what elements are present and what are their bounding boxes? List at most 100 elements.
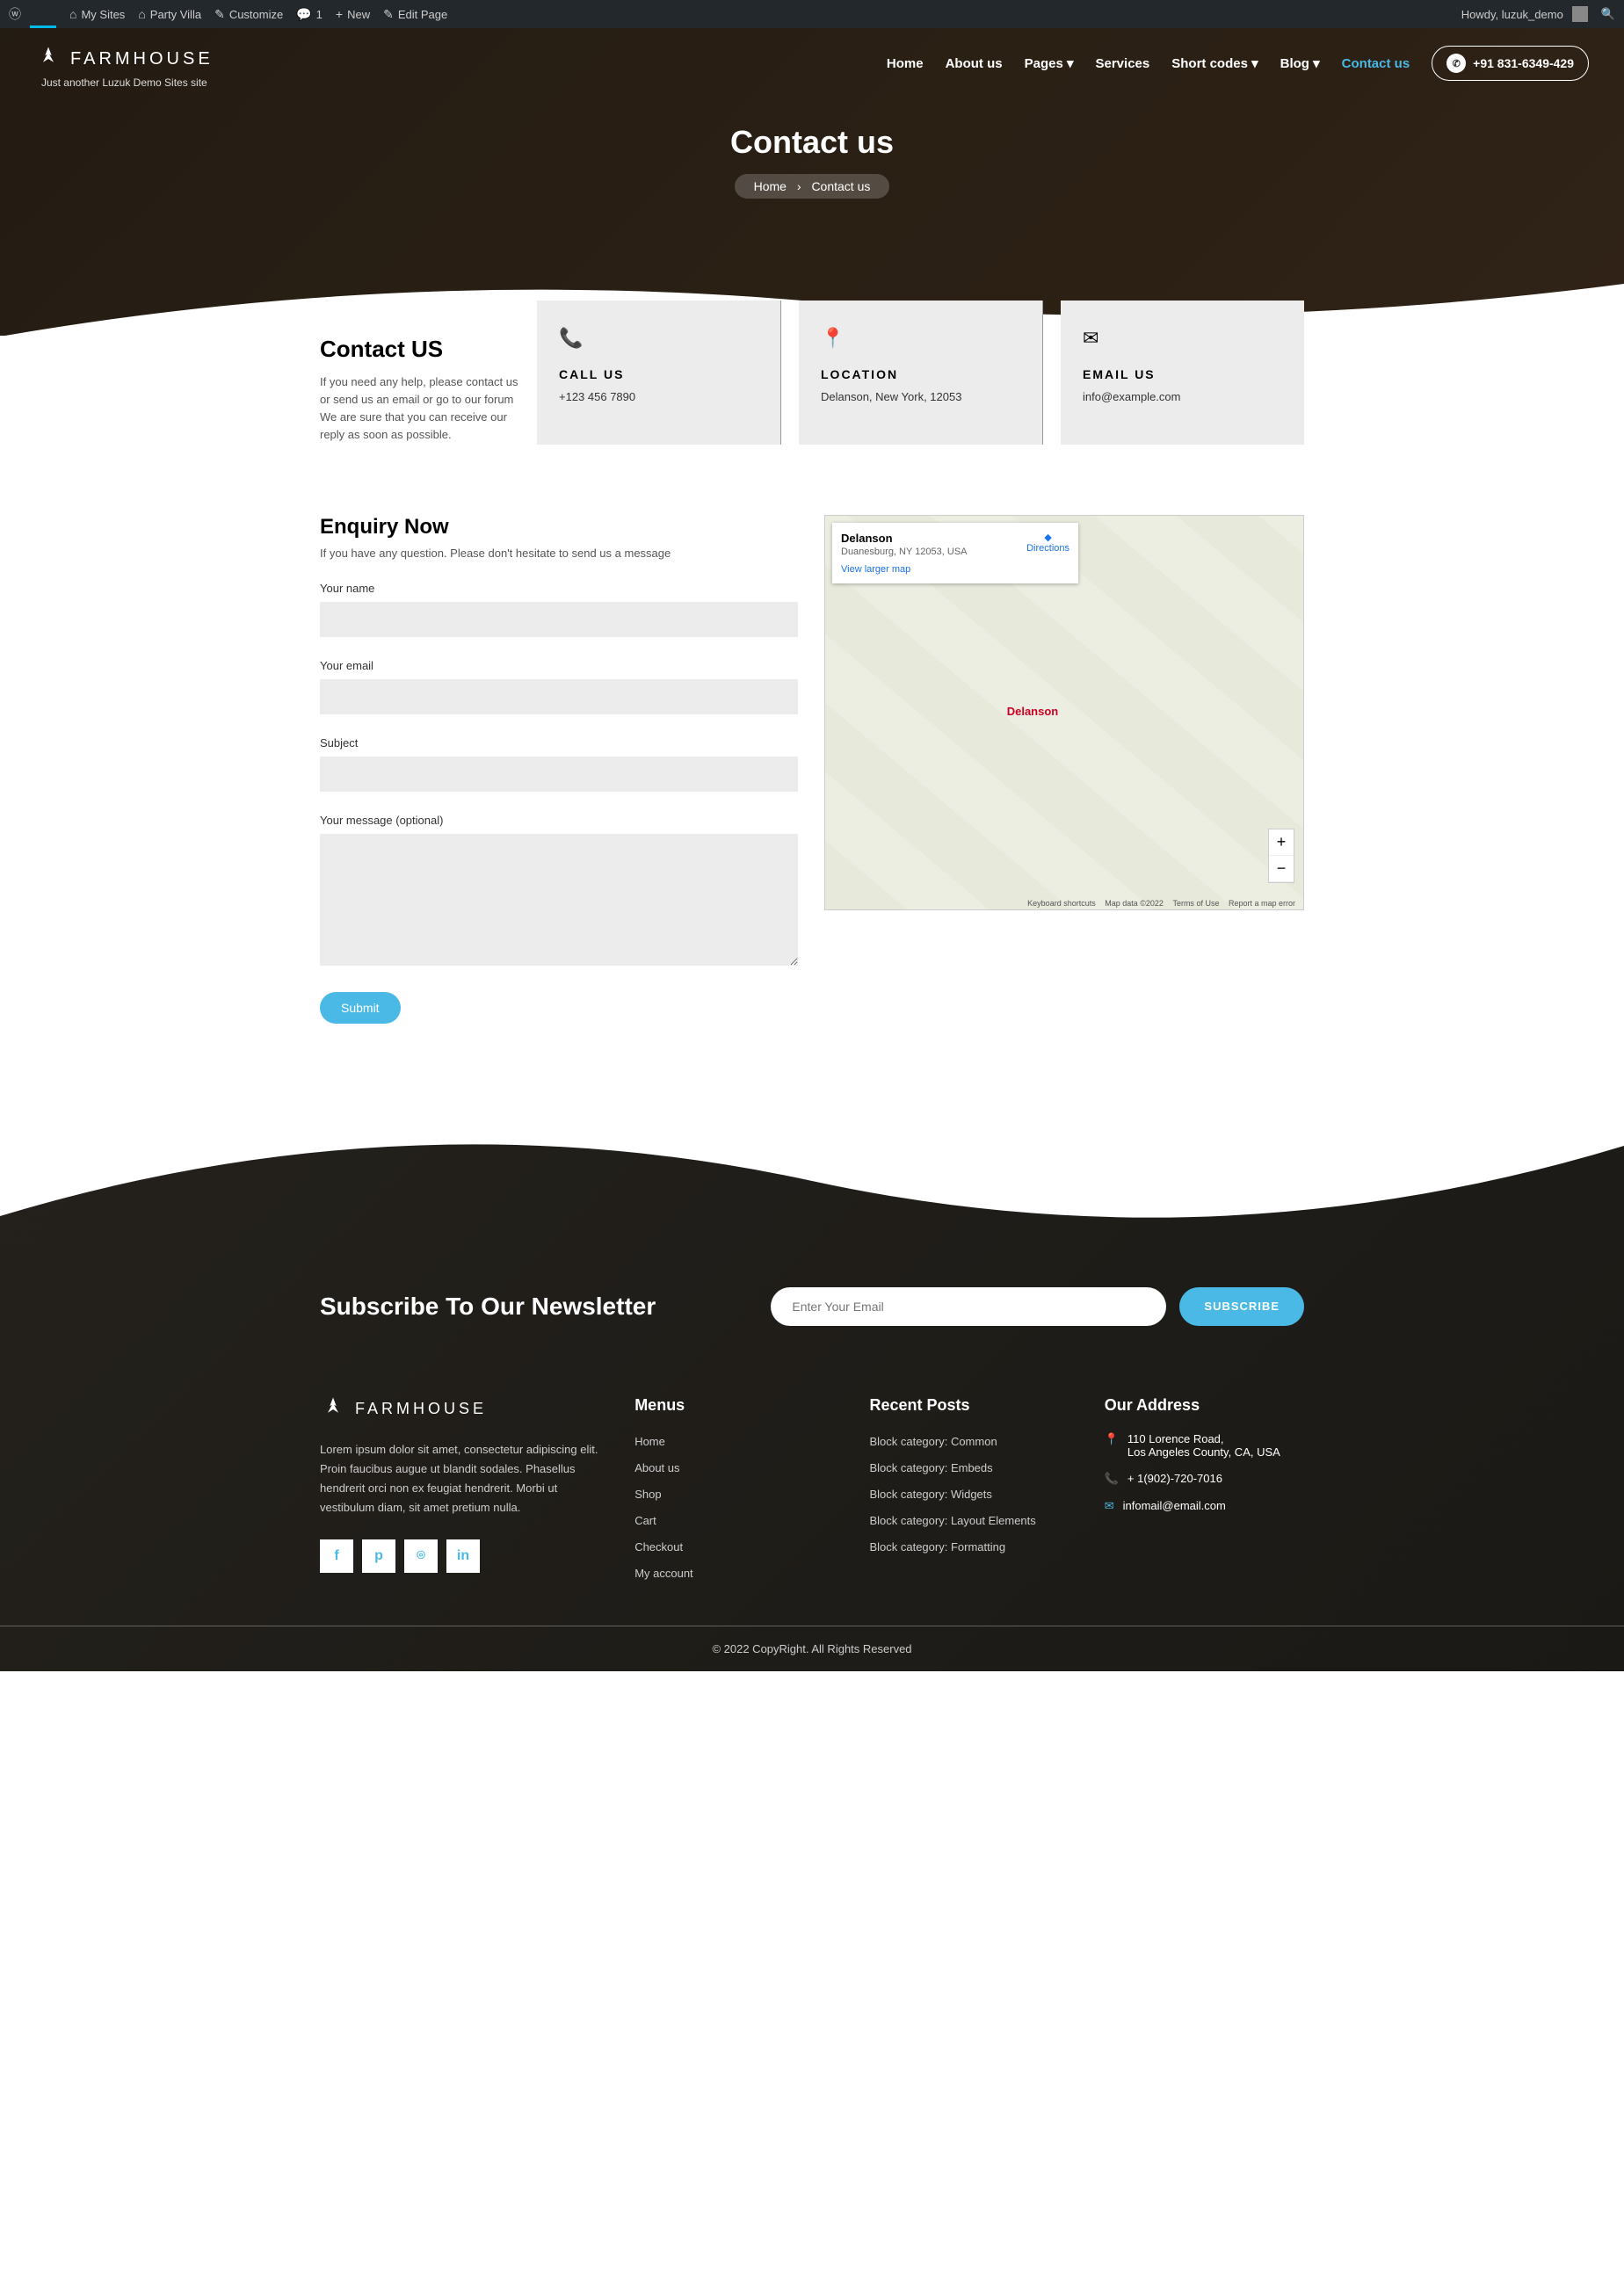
nav-pages[interactable]: Pages ▾ (1025, 55, 1074, 71)
menus-title: Menus (634, 1396, 834, 1415)
map-credits: Keyboard shortcuts Map data ©2022 Terms … (1024, 899, 1299, 908)
footer-brand: FARMHOUSE (355, 1400, 487, 1418)
tagline: Just another Luzuk Demo Sites site (35, 76, 214, 89)
email-card: ✉ EMAIL US info@example.com (1061, 301, 1304, 445)
map-place-addr: Duanesburg, NY 12053, USA (841, 547, 968, 557)
nav-blog[interactable]: Blog ▾ (1280, 55, 1320, 71)
recent-post-link[interactable]: Block category: Formatting (869, 1538, 1069, 1557)
contact-heading: Contact US (320, 336, 519, 363)
comments-link[interactable]: 💬1 (296, 7, 323, 22)
recent-post-link[interactable]: Block category: Common (869, 1432, 1069, 1452)
recent-post-link[interactable]: Block category: Layout Elements (869, 1511, 1069, 1531)
footer-address-col: Our Address 📍 110 Lorence Road, Los Ange… (1105, 1396, 1304, 1591)
page-title: Contact us (0, 124, 1624, 161)
menu-item[interactable]: Home (634, 1432, 834, 1452)
address-title: Our Address (1105, 1396, 1304, 1415)
pinterest-icon[interactable]: p (362, 1539, 395, 1573)
nav-shortcodes[interactable]: Short codes ▾ (1171, 55, 1258, 71)
customize-link[interactable]: ✎Customize (214, 7, 283, 22)
call-value: +123 456 7890 (559, 390, 758, 403)
menu-item[interactable]: Checkout (634, 1538, 834, 1557)
search-icon[interactable]: 🔍 (1601, 7, 1615, 21)
subscribe-button[interactable]: SUBSCRIBE (1179, 1287, 1304, 1326)
site-name-link[interactable]: ⌂Party Villa (138, 7, 201, 21)
nav-home[interactable]: Home (887, 56, 924, 71)
chevron-down-icon: ▾ (1313, 56, 1320, 71)
footer-menus-col: Menus Home About us Shop Cart Checkout M… (634, 1396, 834, 1591)
customize-label: Customize (229, 8, 283, 21)
name-input[interactable] (320, 602, 798, 637)
keyboard-shortcuts-link[interactable]: Keyboard shortcuts (1027, 899, 1096, 908)
message-input[interactable] (320, 834, 798, 966)
phone-icon: 📞 (559, 327, 758, 350)
map-pin-icon: 📍 (1105, 1432, 1119, 1459)
location-label: LOCATION (821, 367, 1020, 381)
site-name-label: Party Villa (150, 8, 201, 21)
submit-button[interactable]: Submit (320, 992, 401, 1024)
enquiry-form: Enquiry Now If you have any question. Pl… (320, 515, 798, 1024)
facebook-icon[interactable]: f (320, 1539, 353, 1573)
report-error-link[interactable]: Report a map error (1229, 899, 1295, 908)
footer: Subscribe To Our Newsletter SUBSCRIBE FA… (0, 1112, 1624, 1672)
logo-block[interactable]: FARMHOUSE Just another Luzuk Demo Sites … (35, 46, 214, 89)
map-pin-icon: 📍 (821, 327, 1020, 350)
map-data-label: Map data ©2022 (1105, 899, 1164, 908)
view-larger-map-link[interactable]: View larger map (841, 564, 968, 575)
map-place-name: Delanson (841, 532, 968, 545)
name-label: Your name (320, 582, 798, 595)
brand-name: FARMHOUSE (70, 49, 214, 69)
hero-section: FARMHOUSE Just another Luzuk Demo Sites … (0, 28, 1624, 336)
terms-link[interactable]: Terms of Use (1172, 899, 1219, 908)
footer-about-col: FARMHOUSE Lorem ipsum dolor sit amet, co… (320, 1396, 599, 1591)
directions-link[interactable]: ◆ Directions (1026, 532, 1069, 554)
wave-divider (0, 1111, 1624, 1269)
map-info-card: Delanson Duanesburg, NY 12053, USA View … (832, 523, 1078, 583)
email-label: Your email (320, 659, 798, 672)
mail-icon: ✉ (1083, 327, 1282, 350)
chevron-right-icon: › (797, 179, 801, 193)
main-nav: Home About us Pages ▾ Services Short cod… (887, 46, 1589, 81)
map-zoom-controls: + − (1268, 829, 1294, 883)
chevron-down-icon: ▾ (1251, 56, 1258, 71)
menu-item[interactable]: My account (634, 1564, 834, 1583)
crumb-home[interactable]: Home (754, 179, 787, 193)
instagram-icon[interactable]: ⌾ (404, 1539, 438, 1573)
my-sites-label: My Sites (81, 8, 125, 21)
phone-number: +91 831-6349-429 (1473, 56, 1574, 70)
address-line2: Los Angeles County, CA, USA (1127, 1445, 1280, 1459)
nav-services[interactable]: Services (1096, 56, 1150, 71)
map[interactable]: Delanson Duanesburg, NY 12053, USA View … (824, 515, 1304, 910)
edit-page-link[interactable]: ✎Edit Page (383, 7, 447, 22)
crumb-current: Contact us (811, 179, 870, 193)
nav-about[interactable]: About us (946, 56, 1003, 71)
wp-admin-bar: ⓦ ⌂My Sites ⌂Party Villa ✎Customize 💬1 +… (0, 0, 1624, 28)
nav-contact[interactable]: Contact us (1342, 56, 1410, 71)
recent-post-link[interactable]: Block category: Embeds (869, 1459, 1069, 1478)
my-sites-link[interactable]: ⌂My Sites (69, 7, 125, 21)
enquiry-subtitle: If you have any question. Please don't h… (320, 547, 798, 560)
location-card: 📍 LOCATION Delanson, New York, 12053 (799, 301, 1043, 445)
menu-item[interactable]: About us (634, 1459, 834, 1478)
linkedin-icon[interactable]: in (446, 1539, 480, 1573)
phone-button[interactable]: ✆ +91 831-6349-429 (1432, 46, 1589, 81)
new-link[interactable]: +New (336, 7, 370, 21)
footer-logo[interactable]: FARMHOUSE (320, 1396, 599, 1423)
chevron-down-icon: ▾ (1067, 56, 1074, 71)
message-label: Your message (optional) (320, 814, 798, 827)
newsletter-email-input[interactable] (771, 1287, 1166, 1326)
wp-logo[interactable]: ⓦ (9, 5, 21, 23)
directions-icon: ◆ (1026, 532, 1069, 543)
logo-icon (35, 46, 62, 72)
recent-post-link[interactable]: Block category: Widgets (869, 1485, 1069, 1504)
howdy-link[interactable]: Howdy, luzuk_demo (1461, 6, 1588, 22)
zoom-out-button[interactable]: − (1269, 856, 1294, 882)
subject-input[interactable] (320, 757, 798, 792)
footer-phone: + 1(902)-720-7016 (1127, 1472, 1222, 1486)
comments-count: 1 (316, 8, 323, 21)
menu-item[interactable]: Cart (634, 1511, 834, 1531)
email-input[interactable] (320, 679, 798, 714)
footer-recent-col: Recent Posts Block category: Common Bloc… (869, 1396, 1069, 1591)
zoom-in-button[interactable]: + (1269, 829, 1294, 856)
menu-item[interactable]: Shop (634, 1485, 834, 1504)
recent-title: Recent Posts (869, 1396, 1069, 1415)
